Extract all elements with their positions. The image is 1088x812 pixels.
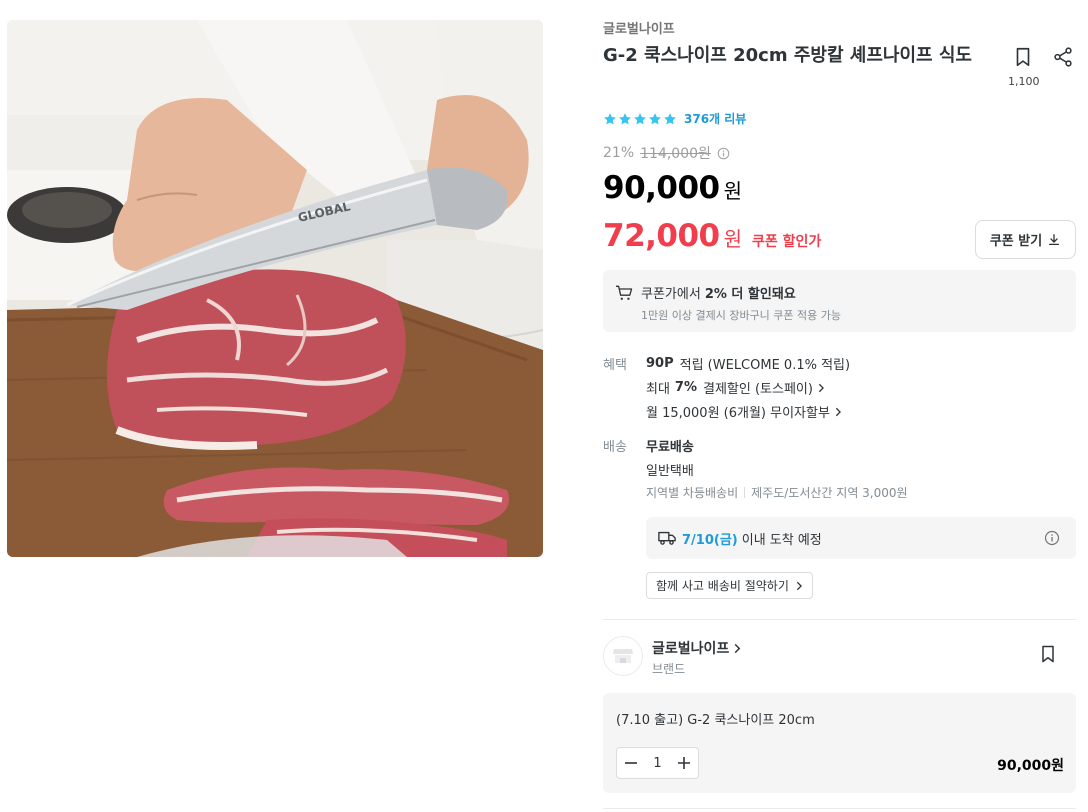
bookmark-icon [1042, 645, 1054, 663]
rating-stars [603, 112, 677, 126]
share-icon [1054, 47, 1072, 67]
arrival-date: 7/10(금) [682, 532, 738, 548]
arrival-text: 이내 도착 예정 [741, 532, 822, 548]
chevron-right-icon [733, 643, 741, 654]
plus-icon [678, 757, 690, 769]
benefit-card-text: 결제할인 (토스페이) [703, 382, 813, 397]
coupon-price-value: 72,000 [603, 218, 720, 254]
benefit-points-bold: 90P [646, 356, 674, 371]
shipping-jeju-text: 제주도/도서산간 지역 3,000원 [751, 486, 908, 500]
star-icon [619, 112, 631, 124]
benefit-card-bold: 7% [674, 380, 697, 395]
chevron-right-icon [795, 581, 803, 591]
selected-option-box: (7.10 출고) G-2 쿡스나이프 20cm 1 90,000원 [603, 693, 1076, 793]
product-photo-illustration: GLOBAL [7, 20, 543, 557]
get-coupon-label: 쿠폰 받기 [989, 234, 1043, 249]
minus-icon [625, 762, 637, 764]
increase-quantity-button[interactable] [676, 755, 692, 771]
coupon-price-label: 쿠폰 할인가 [752, 234, 822, 250]
truck-icon [658, 531, 676, 545]
benefit-installment[interactable]: 월 15,000원 (6개월) 무이자할부 [646, 402, 842, 421]
shipping-free-text: 무료배송 [646, 440, 694, 455]
download-icon [1049, 233, 1060, 245]
benefit-card-prefix: 최대 [646, 382, 670, 397]
star-icon [649, 112, 661, 124]
brand-name: 글로벌나이프 [652, 641, 730, 657]
brand-link-top[interactable]: 글로벌나이프 [603, 18, 675, 37]
chevron-right-icon [834, 407, 842, 417]
option-name: (7.10 출고) G-2 쿡스나이프 20cm [616, 713, 815, 728]
rating-summary[interactable]: 376개 리뷰 [603, 110, 746, 127]
brand-row: 글로벌나이프 브랜드 [603, 636, 1076, 678]
discount-row: 21% 114,000원 [603, 143, 730, 163]
review-count-link[interactable]: 376개 리뷰 [684, 110, 746, 127]
brand-sub: 브랜드 [652, 662, 686, 676]
share-button[interactable] [1052, 46, 1074, 72]
option-price: 90,000원 [997, 758, 1064, 774]
chevron-right-icon [817, 383, 825, 393]
brand-name-link[interactable]: 글로벌나이프 [652, 638, 741, 658]
section-divider [603, 619, 1076, 620]
shipping-method-text: 일반택배 [646, 464, 694, 479]
bookmark-icon [1016, 47, 1030, 67]
brand-bookmark-button[interactable] [1038, 644, 1058, 668]
quantity-stepper: 1 [616, 747, 699, 779]
bundle-shipping-button[interactable]: 함께 사고 배송비 절약하기 [646, 572, 813, 599]
store-icon [613, 649, 633, 663]
coupon-price-unit: 원 [723, 227, 743, 251]
info-icon [717, 147, 730, 159]
shipping-regional-text: 지역별 차등배송비 [646, 486, 739, 500]
coupon-extra-line: 쿠폰가에서 2% 더 할인돼요 [615, 283, 1076, 302]
bookmark-count: 1,100 [1008, 75, 1040, 88]
star-icon [634, 112, 646, 124]
get-coupon-button[interactable]: 쿠폰 받기 [975, 220, 1076, 259]
cart-icon [616, 285, 633, 300]
benefit-points: 90P 적립 (WELCOME 0.1% 적립) [646, 354, 850, 373]
arrival-info-button[interactable] [1044, 530, 1060, 550]
sale-price: 90,000 원 [603, 170, 742, 206]
shipping-regional: 지역별 차등배송비 제주도/도서산간 지역 3,000원 [646, 484, 908, 501]
coupon-price: 72,000 원 쿠폰 할인가 [603, 218, 821, 254]
sale-price-value: 90,000 [603, 170, 720, 206]
shipping-label: 배송 [603, 440, 627, 455]
discount-rate: 21% [603, 145, 635, 161]
shipping-free: 무료배송 [646, 436, 700, 455]
shipping-method: 일반택배 [646, 460, 694, 479]
benefit-points-text: 적립 (WELCOME 0.1% 적립) [679, 358, 851, 373]
decrease-quantity-button[interactable] [623, 755, 639, 771]
coupon-extra-prefix: 쿠폰가에서 [641, 287, 701, 302]
arrival-estimate-box: 7/10(금) 이내 도착 예정 [646, 517, 1076, 559]
coupon-extra-note: 1만원 이상 결제시 장바구니 쿠폰 적용 가능 [641, 309, 842, 322]
quantity-value[interactable]: 1 [653, 756, 661, 771]
bundle-shipping-label: 함께 사고 배송비 절약하기 [656, 579, 789, 593]
benefit-card-discount[interactable]: 최대 7% 결제할인 (토스페이) [646, 378, 825, 397]
price-info-button[interactable] [717, 147, 730, 160]
benefit-label: 혜택 [603, 358, 627, 373]
brand-logo[interactable] [603, 636, 643, 676]
coupon-extra-discount-box: 쿠폰가에서 2% 더 할인돼요 1만원 이상 결제시 장바구니 쿠폰 적용 가능 [603, 270, 1076, 332]
star-icon [664, 112, 676, 124]
coupon-extra-bold: 2% 더 할인돼요 [704, 287, 796, 302]
info-icon [1044, 530, 1060, 546]
section-divider [603, 808, 1076, 809]
divider [744, 487, 746, 498]
benefit-installment-text: 월 15,000원 (6개월) 무이자할부 [646, 406, 830, 421]
sale-price-unit: 원 [723, 179, 743, 203]
product-image: GLOBAL [7, 20, 543, 557]
star-icon [604, 112, 616, 124]
product-title: G-2 쿡스나이프 20cm 주방칼 셰프나이프 식도 [603, 45, 972, 66]
bookmark-button[interactable]: 1,100 [1008, 46, 1040, 88]
original-price: 114,000원 [640, 146, 711, 162]
